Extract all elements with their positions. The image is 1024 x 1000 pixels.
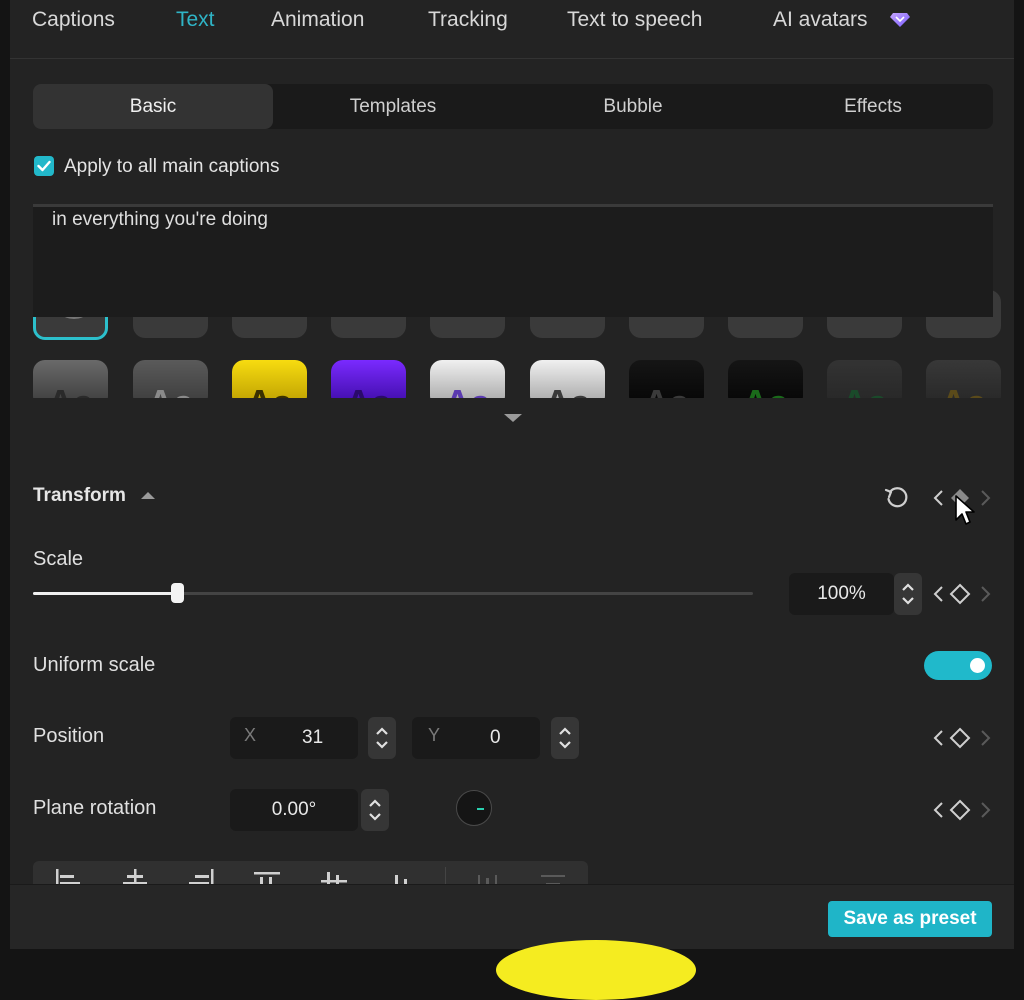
scale-keyframe-controls — [931, 582, 993, 606]
position-x-field[interactable]: X 31 — [230, 717, 358, 759]
position-x-stepper[interactable] — [368, 717, 396, 759]
position-x-value: 31 — [302, 727, 324, 748]
y-axis-label: Y — [428, 725, 441, 745]
stepper-arrows-icon — [376, 727, 388, 749]
panel-footer: Save as preset — [10, 884, 1014, 949]
position-y-value: 0 — [490, 727, 501, 748]
reset-icon[interactable] — [884, 485, 910, 511]
next-keyframe-icon[interactable] — [977, 728, 993, 748]
stepper-arrows-icon — [902, 583, 914, 605]
subtab-effects[interactable]: Effects — [753, 84, 993, 129]
next-keyframe-icon[interactable] — [977, 584, 993, 604]
uniform-scale-toggle[interactable] — [924, 651, 992, 680]
tab-captions[interactable]: Captions — [32, 8, 115, 32]
scale-label: Scale — [33, 548, 84, 570]
tab-tracking[interactable]: Tracking — [428, 8, 508, 32]
prev-keyframe-icon[interactable] — [931, 800, 947, 820]
rotation-value-field[interactable]: 0.00° — [230, 789, 358, 831]
scale-slider-thumb[interactable] — [171, 583, 184, 603]
tab-animation[interactable]: Animation — [271, 8, 364, 32]
prev-keyframe-icon[interactable] — [931, 584, 947, 604]
plane-rotation-label: Plane rotation — [33, 797, 157, 819]
rotation-stepper[interactable] — [361, 789, 389, 831]
x-axis-label: X — [244, 725, 257, 745]
check-icon — [37, 160, 51, 172]
scale-stepper[interactable] — [894, 573, 922, 615]
expand-presets-icon[interactable] — [504, 414, 522, 422]
next-keyframe-icon[interactable] — [977, 488, 993, 508]
apply-all-label[interactable]: Apply to all main captions — [64, 156, 279, 178]
add-keyframe-icon[interactable] — [949, 799, 971, 821]
dial-indicator — [477, 808, 484, 810]
overlay-highlight — [496, 940, 696, 1000]
rotation-keyframe-controls — [931, 798, 993, 822]
add-keyframe-icon[interactable] — [949, 583, 971, 605]
stepper-arrows-icon — [559, 727, 571, 749]
subtab-basic[interactable]: Basic — [33, 84, 273, 129]
uniform-scale-label: Uniform scale — [33, 654, 156, 676]
scale-value-field[interactable]: 100% — [789, 573, 894, 615]
mouse-cursor-icon — [955, 495, 975, 525]
next-keyframe-icon[interactable] — [977, 800, 993, 820]
rotation-dial[interactable] — [456, 790, 492, 826]
text-panel: Captions Text Animation Tracking Text to… — [10, 0, 1014, 1000]
prev-keyframe-icon[interactable] — [931, 488, 947, 508]
position-y-field[interactable]: Y 0 — [412, 717, 540, 759]
collapse-caret-icon[interactable] — [141, 492, 155, 499]
position-y-stepper[interactable] — [551, 717, 579, 759]
scale-slider[interactable] — [33, 583, 753, 603]
save-as-preset-button[interactable]: Save as preset — [828, 901, 992, 937]
stepper-arrows-icon — [369, 799, 381, 821]
apply-all-checkbox[interactable] — [34, 156, 54, 176]
prev-keyframe-icon[interactable] — [931, 728, 947, 748]
transform-title[interactable]: Transform — [33, 485, 126, 507]
scale-slider-fill — [33, 592, 177, 595]
subtab-bubble[interactable]: Bubble — [513, 84, 753, 129]
caption-text-input[interactable]: in everything you're doing — [33, 204, 993, 317]
position-keyframe-controls — [931, 726, 993, 750]
diamond-icon — [890, 13, 910, 27]
subtab-templates[interactable]: Templates — [273, 84, 513, 129]
tab-divider — [10, 58, 1014, 59]
tab-text-to-speech[interactable]: Text to speech — [567, 8, 702, 32]
toggle-knob — [970, 658, 985, 673]
tab-text[interactable]: Text — [176, 8, 215, 32]
tab-ai-avatars[interactable]: AI avatars — [773, 8, 868, 32]
caption-text: in everything you're doing — [52, 209, 268, 230]
add-keyframe-icon[interactable] — [949, 727, 971, 749]
sub-tabs: Basic Templates Bubble Effects — [33, 84, 993, 129]
position-label: Position — [33, 725, 105, 747]
